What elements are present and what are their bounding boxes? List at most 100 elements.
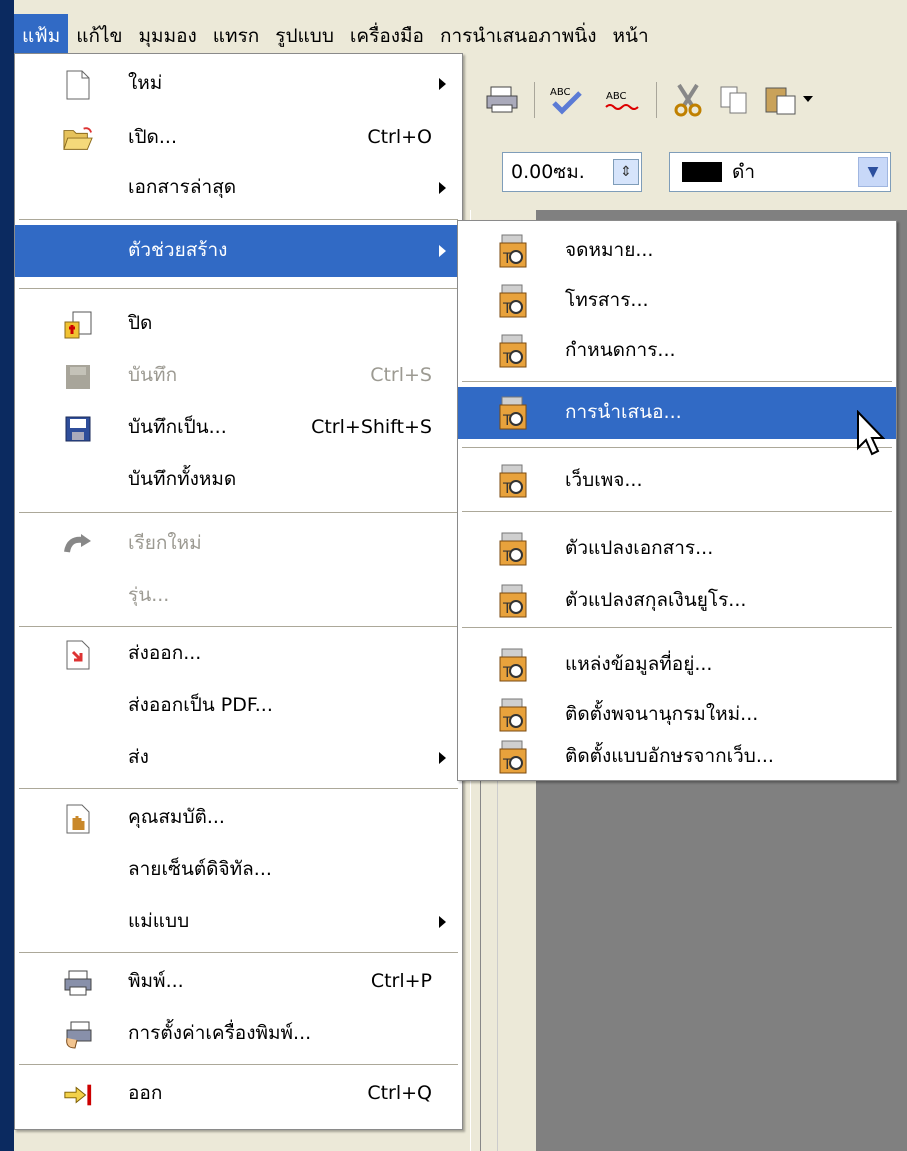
chevron-down-icon[interactable]: ▼	[858, 157, 888, 187]
menu-item-label: พิมพ์...	[128, 970, 184, 992]
menu-item-new[interactable]: ใหม่	[15, 58, 462, 110]
menu-item-print[interactable]: พิมพ์... Ctrl+P	[15, 956, 462, 1008]
menu-item-label: ส่ง	[128, 746, 149, 768]
paste-dropdown-icon[interactable]	[798, 80, 818, 120]
menu-item-wizards[interactable]: ตัวช่วยสร้าง	[15, 225, 462, 277]
wizard-item-presentation[interactable]: T การนำเสนอ...	[458, 387, 896, 439]
menu-item-printer-settings[interactable]: การตั้งค่าเครื่องพิมพ์...	[15, 1008, 462, 1060]
menu-item-reload[interactable]: เรียกใหม่	[15, 518, 462, 570]
wizard-item-document-converter[interactable]: T ตัวแปลงเอกสาร...	[458, 523, 896, 575]
save-icon	[63, 362, 93, 392]
copy-icon[interactable]	[714, 80, 754, 120]
line-color-name: ดำ	[732, 161, 756, 183]
menu-item-digital-signatures[interactable]: ลายเซ็นต์ดิจิทัล...	[15, 844, 462, 896]
menu-item-export-pdf[interactable]: ส่งออกเป็น PDF...	[15, 680, 462, 732]
menu-file[interactable]: แฟ้ม	[14, 14, 69, 58]
menu-separator	[19, 1064, 458, 1065]
menu-item-export[interactable]: ส่งออก...	[15, 628, 462, 680]
autospellcheck-icon[interactable]: ABC	[602, 80, 642, 120]
menu-item-label: ตัวช่วยสร้าง	[128, 239, 228, 261]
svg-text:T: T	[502, 665, 512, 681]
menu-item-templates[interactable]: แม่แบบ	[15, 896, 462, 948]
menu-item-save-all[interactable]: บันทึกทั้งหมด	[15, 454, 462, 506]
menu-item-label: โทรสาร...	[565, 289, 649, 311]
menu-item-save-as[interactable]: บันทึกเป็น... Ctrl+Shift+S	[15, 402, 462, 454]
wizard-icon: T	[498, 395, 530, 431]
export-icon	[63, 640, 93, 670]
shortcut-text: Ctrl+S	[370, 364, 432, 386]
wizard-item-euro-converter[interactable]: T ตัวแปลงสกุลเงินยูโร...	[458, 575, 896, 627]
wizard-item-fax[interactable]: T โทรสาร...	[458, 275, 896, 327]
menu-slideshow[interactable]: การนำเสนอภาพนิ่ง	[432, 14, 605, 58]
submenu-arrow-icon	[439, 245, 446, 257]
svg-text:T: T	[502, 351, 512, 367]
standard-toolbar: ABC ABC	[464, 62, 907, 141]
menu-view[interactable]: มุมมอง	[131, 14, 205, 58]
menu-item-close[interactable]: ปิด	[15, 298, 462, 350]
printer-icon	[63, 968, 93, 998]
line-color-select[interactable]: ดำ ▼	[669, 152, 891, 192]
svg-text:T: T	[502, 601, 512, 617]
menu-window[interactable]: หน้า	[604, 14, 656, 58]
shortcut-text: Ctrl+O	[367, 126, 432, 148]
wizard-item-letter[interactable]: T จดหมาย...	[458, 225, 896, 277]
menu-item-exit[interactable]: ออก Ctrl+Q	[15, 1068, 462, 1120]
menu-item-label: ส่งออก...	[128, 642, 202, 664]
menu-item-label: ติดตั้งแบบอักษรจากเว็บ...	[565, 745, 774, 767]
submenu-arrow-icon	[439, 78, 446, 90]
menu-item-label: เรียกใหม่	[128, 532, 202, 554]
menu-item-label: แม่แบบ	[128, 910, 190, 932]
wizard-icon: T	[498, 583, 530, 619]
wizard-item-address-data-source[interactable]: T แหล่งข้อมูลที่อยู่...	[458, 639, 896, 691]
menu-item-label: ออก	[128, 1082, 163, 1104]
shortcut-text: Ctrl+Shift+S	[311, 416, 432, 438]
svg-text:T: T	[502, 481, 512, 497]
cut-icon[interactable]	[668, 80, 708, 120]
menu-item-label: กำหนดการ...	[565, 339, 676, 361]
properties-icon	[63, 804, 93, 834]
menu-item-save[interactable]: บันทึก Ctrl+S	[15, 350, 462, 402]
menu-item-label: จดหมาย...	[565, 239, 654, 261]
menu-item-properties[interactable]: คุณสมบัติ...	[15, 792, 462, 844]
menu-separator	[19, 952, 458, 953]
wizard-item-webpage[interactable]: T เว็บเพจ...	[458, 455, 896, 507]
menu-item-versions[interactable]: รุ่น...	[15, 570, 462, 622]
svg-text:T: T	[502, 301, 512, 317]
menu-format[interactable]: รูปแบบ	[267, 14, 342, 58]
wizard-icon: T	[498, 333, 530, 369]
menu-separator	[462, 511, 892, 512]
line-toolbar: 0.00ซม. ⇕ ดำ ▼	[464, 140, 907, 210]
wizard-item-install-fonts[interactable]: T ติดตั้งแบบอักษรจากเว็บ...	[458, 731, 896, 783]
menu-item-label: เอกสารล่าสุด	[128, 176, 237, 198]
menu-separator	[462, 627, 892, 628]
svg-text:ABC: ABC	[606, 91, 627, 102]
spellcheck-icon[interactable]: ABC	[546, 80, 586, 120]
menu-separator	[462, 447, 892, 448]
paste-icon[interactable]	[760, 80, 800, 120]
menu-edit[interactable]: แก้ไข	[68, 14, 130, 58]
menu-item-label: ตัวแปลงสกุลเงินยูโร...	[565, 589, 747, 611]
menu-item-open[interactable]: เปิด... Ctrl+O	[15, 112, 462, 164]
menu-item-label: การนำเสนอ...	[565, 401, 682, 423]
menu-tools[interactable]: เครื่องมือ	[342, 14, 432, 58]
new-document-icon	[63, 70, 93, 100]
wizards-submenu: T จดหมาย... T โทรสาร... T กำหนดการ... T …	[457, 220, 897, 781]
reload-icon	[63, 530, 93, 560]
menu-item-label: เว็บเพจ...	[565, 469, 643, 491]
line-width-spinner[interactable]: 0.00ซม. ⇕	[502, 152, 642, 192]
shortcut-text: Ctrl+P	[370, 970, 432, 992]
wizard-item-agenda[interactable]: T กำหนดการ...	[458, 325, 896, 377]
open-folder-icon	[63, 124, 93, 154]
menu-item-label: แหล่งข้อมูลที่อยู่...	[565, 653, 713, 675]
print-icon[interactable]	[482, 80, 522, 120]
menu-item-recent-documents[interactable]: เอกสารล่าสุด	[15, 162, 462, 214]
menu-insert[interactable]: แทรก	[205, 14, 267, 58]
menu-item-label: คุณสมบัติ...	[128, 806, 225, 828]
svg-text:ABC: ABC	[550, 87, 571, 98]
close-document-icon	[63, 310, 93, 340]
menu-item-label: เปิด...	[128, 126, 178, 148]
menu-item-send[interactable]: ส่ง	[15, 732, 462, 784]
svg-text:T: T	[502, 715, 512, 731]
spin-updown-icon[interactable]: ⇕	[613, 159, 639, 185]
menu-separator	[19, 788, 458, 789]
